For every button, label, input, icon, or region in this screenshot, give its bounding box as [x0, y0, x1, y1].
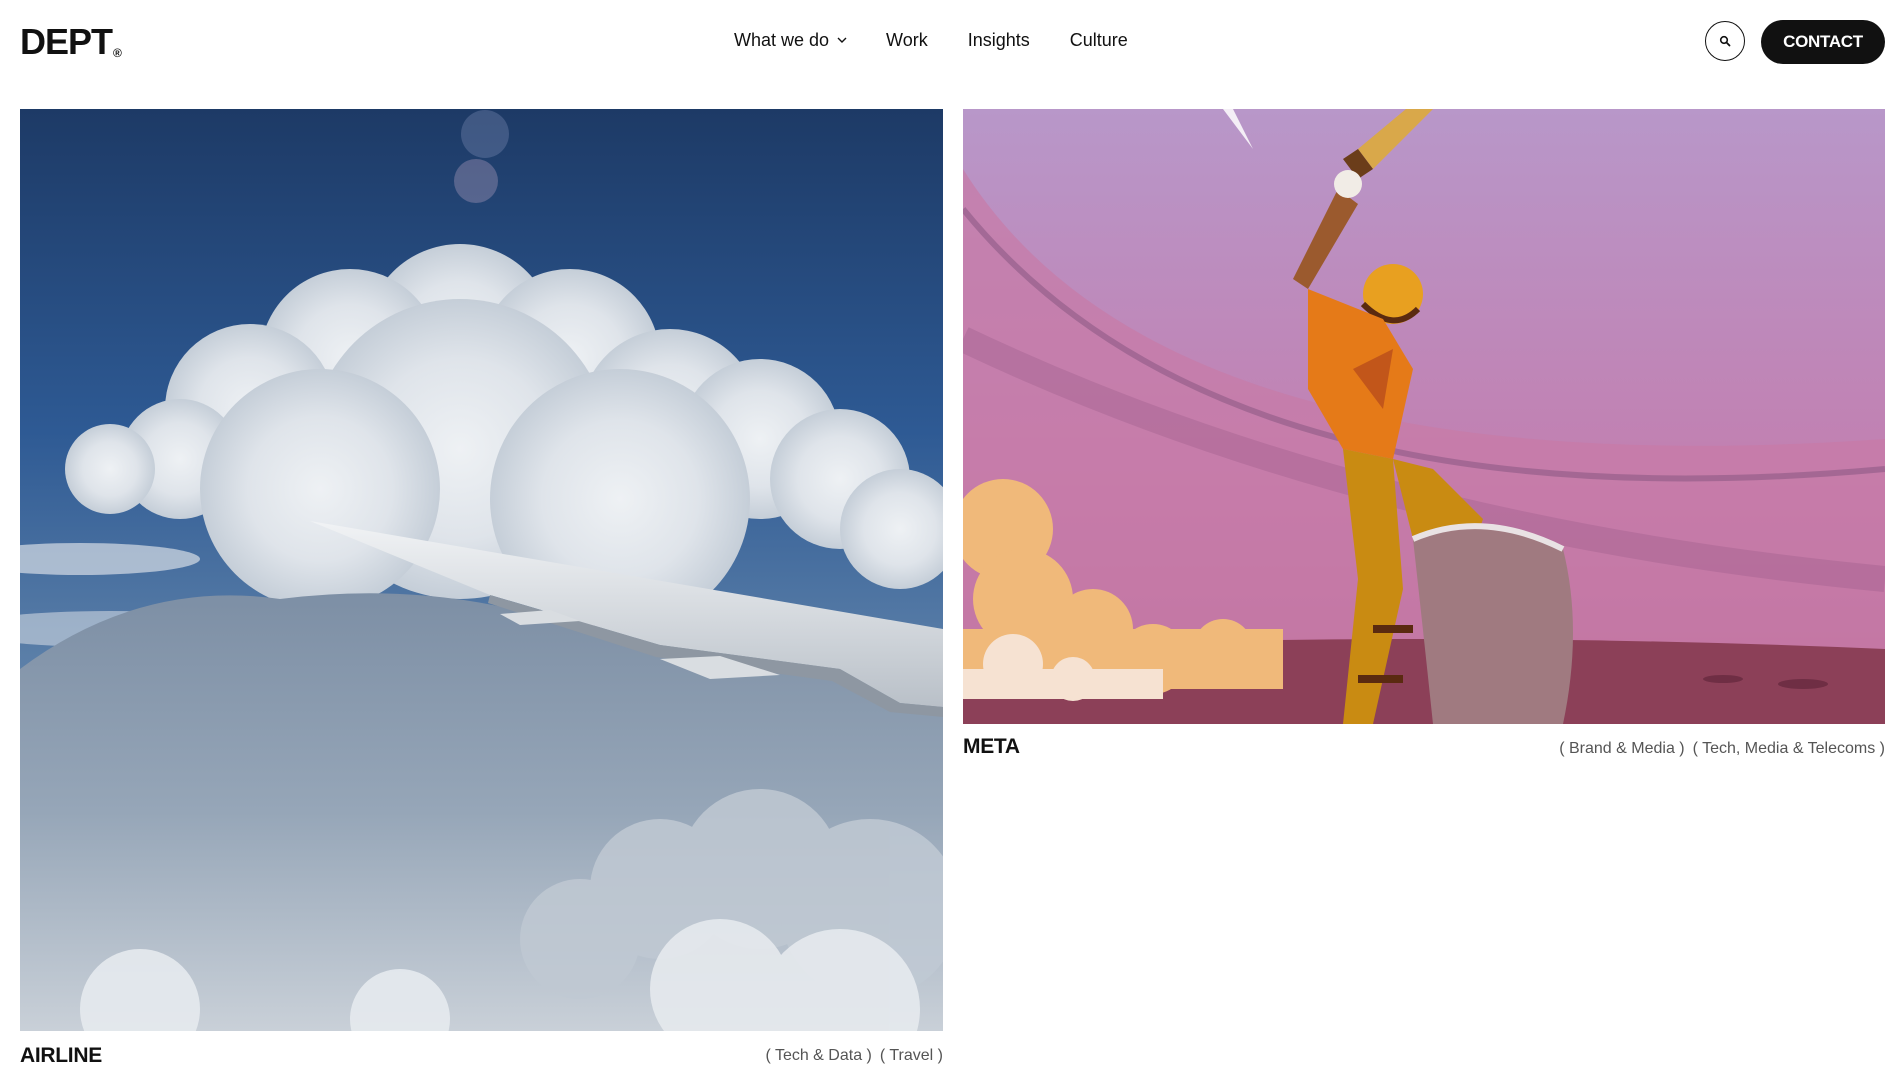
- card-title: AIRLINE: [20, 1044, 102, 1067]
- airline-image: [20, 109, 943, 1031]
- nav-item-culture[interactable]: Culture: [1070, 28, 1128, 52]
- registered-mark: ®: [113, 46, 122, 60]
- tag[interactable]: ( Tech, Media & Telecoms ): [1693, 740, 1885, 758]
- nav-item-work[interactable]: Work: [886, 28, 928, 52]
- site-header: DEPT® What we do Work Insights Culture C…: [0, 0, 1904, 84]
- main-nav: What we do Work Insights Culture: [734, 28, 1128, 52]
- tag[interactable]: ( Tech & Data ): [765, 1047, 871, 1065]
- card-caption: META ( Brand & Media ) ( Tech, Media & T…: [963, 724, 1885, 764]
- dept-logo[interactable]: DEPT®: [20, 22, 122, 73]
- tag[interactable]: ( Brand & Media ): [1559, 740, 1684, 758]
- logo-text: DEPT: [20, 21, 113, 62]
- nav-item-insights[interactable]: Insights: [968, 28, 1030, 52]
- search-button[interactable]: [1705, 21, 1745, 61]
- case-study-card-airline[interactable]: AIRLINE ( Tech & Data ) ( Travel ): [20, 109, 943, 1071]
- card-tags: ( Brand & Media ) ( Tech, Media & Teleco…: [1559, 740, 1885, 758]
- nav-item-what-we-do[interactable]: What we do: [734, 28, 848, 52]
- case-study-card-meta[interactable]: META ( Brand & Media ) ( Tech, Media & T…: [963, 109, 1885, 764]
- card-tags: ( Tech & Data ) ( Travel ): [765, 1047, 943, 1065]
- contact-button[interactable]: CONTACT: [1761, 20, 1885, 64]
- card-caption: AIRLINE ( Tech & Data ) ( Travel ): [20, 1031, 943, 1071]
- chevron-down-icon: [837, 37, 847, 43]
- search-icon: [1719, 35, 1731, 47]
- meta-image: [963, 109, 1885, 724]
- tag[interactable]: ( Travel ): [880, 1047, 943, 1065]
- card-title: META: [963, 735, 1020, 758]
- nav-label: What we do: [734, 30, 830, 50]
